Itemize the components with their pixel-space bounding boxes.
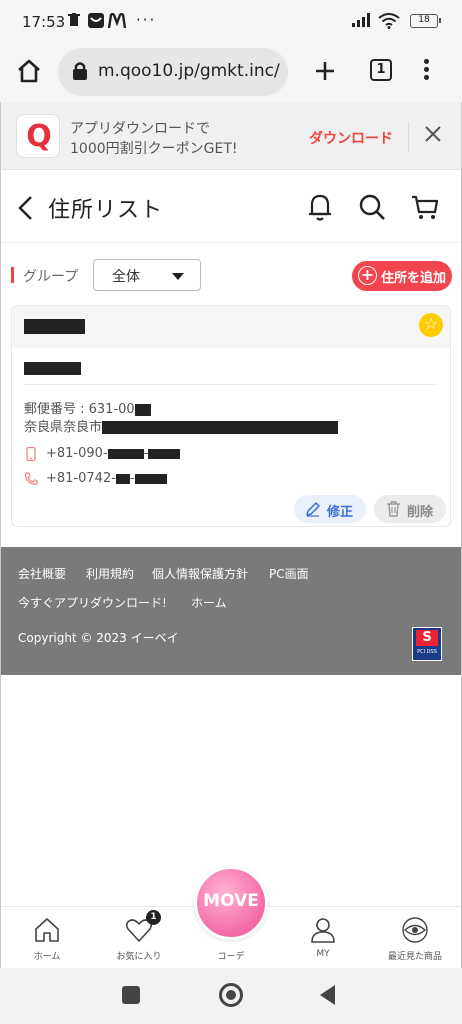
cart-icon[interactable] (410, 191, 440, 223)
footer-link-company[interactable]: 会社概要 (18, 565, 66, 582)
address-card-header: ☆ (12, 306, 450, 348)
delete-label: 削除 (407, 505, 434, 520)
more-notifications-icon: ··· (136, 11, 157, 29)
address-line: 奈良県奈良市 (24, 416, 339, 435)
nav-label-my: MY (316, 949, 330, 959)
mobile-phone-row: +81-090- - (24, 446, 181, 461)
trash-icon (68, 13, 80, 31)
system-nav-bar (0, 968, 462, 1024)
nav-label-favorites: お気に入り (116, 952, 162, 962)
footer-link-pc[interactable]: PC画面 (269, 565, 309, 582)
redacted-zip-suffix (134, 403, 151, 416)
nav-item-recent[interactable]: 最近見た商品 (369, 907, 461, 969)
group-label: グループ (23, 269, 79, 285)
redacted-recipient-name (24, 362, 81, 375)
zip-code: 郵便番号 : 631-00 (24, 398, 151, 417)
bell-icon[interactable] (305, 191, 335, 223)
edit-address-button[interactable]: 修正 (294, 495, 366, 523)
landline-phone-row: +81-0742- - (24, 471, 167, 486)
recent-apps-button[interactable] (122, 986, 140, 1004)
home-icon (35, 918, 59, 942)
copyright: Copyright © 2023 イーベイ (18, 631, 179, 645)
new-tab-button[interactable] (310, 56, 340, 86)
wifi-icon (378, 13, 400, 33)
plus-icon (316, 62, 334, 80)
browser-toolbar: m.qoo10.jp/gmkt.inc/ 1 (0, 44, 462, 102)
group-select[interactable]: 全体 (93, 259, 201, 291)
add-address-button[interactable]: + 住所を追加 (352, 261, 452, 291)
close-icon[interactable] (423, 122, 443, 150)
star-icon[interactable]: ☆ (419, 313, 443, 337)
person-icon (311, 918, 335, 943)
battery-indicator: 18 (410, 14, 441, 28)
browser-menu-button[interactable] (416, 56, 436, 86)
address-card: ☆ 郵便番号 : 631-00 奈良県奈良市 +81-090- - +81-074… (11, 305, 451, 527)
banner-text-line2: 1000円割引クーポンGET! (70, 141, 238, 157)
system-back-button[interactable] (320, 985, 335, 1005)
url-bar[interactable]: m.qoo10.jp/gmkt.inc/ (58, 48, 288, 96)
nav-item-favorites[interactable]: 1 お気に入り (93, 907, 185, 969)
pci-dss-badge: S PCI DSS (412, 627, 442, 661)
app-notification-icon (88, 13, 104, 32)
redacted-address-name (24, 319, 85, 334)
mcdonalds-icon (107, 12, 127, 32)
page-header: 住所リスト (1, 171, 461, 243)
tab-switcher-button[interactable]: 1 (370, 59, 392, 81)
back-button[interactable] (15, 193, 39, 223)
search-icon[interactable] (357, 191, 387, 223)
group-filter-row: グループ 全体 + 住所を追加 (1, 252, 461, 298)
qoo10-logo: Q (16, 114, 60, 158)
pencil-icon (306, 502, 320, 517)
edit-label: 修正 (327, 505, 354, 520)
move-label: MOVE (203, 891, 259, 911)
card-divider (24, 384, 438, 385)
redacted-mobile-1 (107, 448, 144, 459)
banner-divider (408, 122, 409, 152)
redacted-phone-2 (134, 473, 167, 484)
add-address-label: 住所を追加 (381, 271, 447, 286)
caret-down-icon (172, 273, 184, 280)
group-select-value: 全体 (112, 269, 140, 285)
page-title: 住所リスト (48, 198, 164, 223)
mobile-phone-icon (26, 446, 36, 461)
nav-item-home[interactable]: ホーム (1, 907, 93, 969)
nav-label-recent: 最近見た商品 (387, 952, 442, 962)
trash-icon (387, 501, 400, 517)
footer-link-terms[interactable]: 利用規約 (86, 565, 134, 582)
group-accent-bar (11, 267, 14, 283)
banner-text-line1: アプリダウンロードで (70, 121, 210, 137)
redacted-address-detail (102, 421, 339, 434)
phone-icon (24, 471, 38, 485)
app-download-banner: Q アプリダウンロードで 1000円割引クーポンGET! ダウンロード (1, 102, 461, 170)
delete-address-button[interactable]: 削除 (374, 495, 446, 523)
redacted-mobile-2 (148, 448, 181, 459)
signal-icon (352, 13, 372, 31)
chevron-left-icon (18, 196, 32, 220)
nav-label-home: ホーム (33, 952, 61, 962)
status-time: 17:53 (22, 13, 66, 31)
eye-icon (402, 917, 428, 943)
move-button[interactable]: MOVE (194, 866, 268, 940)
nav-label-coordinate: コーデ (217, 952, 245, 962)
banner-download-button[interactable]: ダウンロード (309, 128, 393, 148)
favorites-badge: 1 (146, 910, 161, 925)
status-bar: 17:53 ··· 18 (0, 0, 462, 44)
redacted-phone-1 (115, 473, 130, 484)
footer-link-home[interactable]: ホーム (191, 594, 227, 611)
system-home-button[interactable] (219, 983, 243, 1007)
browser-home-button[interactable] (14, 56, 44, 86)
footer-link-app-download[interactable]: 今すぐアプリダウンロード! (18, 594, 167, 611)
lock-icon (72, 61, 88, 85)
plus-circle-icon: + (358, 266, 377, 285)
footer-link-privacy[interactable]: 個人情報保護方針 (152, 565, 248, 582)
url-text: m.qoo10.jp/gmkt.inc/ (98, 61, 280, 81)
nav-item-my[interactable]: MY (277, 907, 369, 969)
site-footer: 会社概要 利用規約 個人情報保護方針 PC画面 今すぐアプリダウンロード! ホー… (1, 547, 461, 675)
